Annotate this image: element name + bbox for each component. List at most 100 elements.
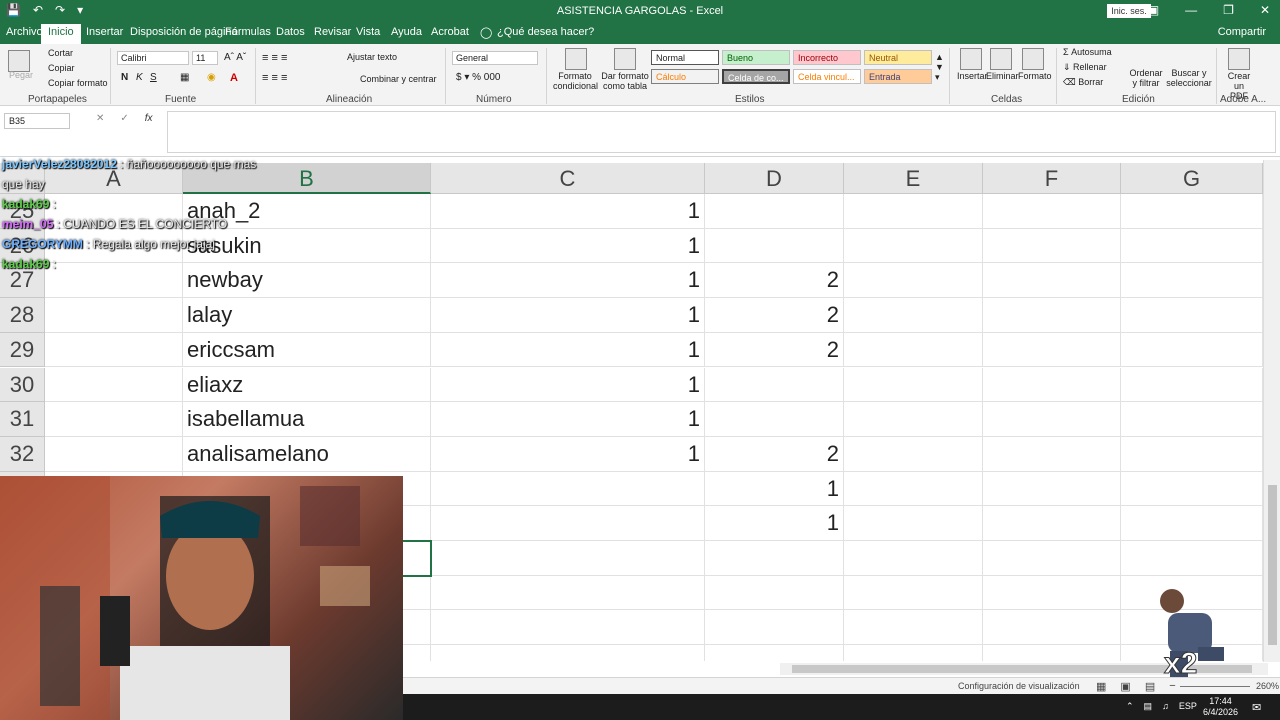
- cell-b28[interactable]: lalay: [183, 298, 431, 333]
- insert-cells-button[interactable]: Insertar: [957, 71, 988, 81]
- delete-cells-icon[interactable]: [990, 48, 1012, 70]
- cell-f34[interactable]: [983, 506, 1121, 541]
- delete-cells-button[interactable]: Eliminar: [986, 71, 1019, 81]
- cell-d25[interactable]: [705, 194, 844, 229]
- cell-d35[interactable]: [705, 541, 844, 576]
- cell-g25[interactable]: [1121, 194, 1263, 229]
- cell-d28[interactable]: 2: [705, 298, 844, 333]
- cell-f33[interactable]: [983, 471, 1121, 507]
- style-normal[interactable]: Normal: [651, 50, 719, 65]
- cell-g32[interactable]: [1121, 436, 1263, 472]
- style-celda-comprobacion[interactable]: Celda de co...: [722, 69, 790, 84]
- chat-username[interactable]: javierVelez28082012: [2, 157, 117, 171]
- tab-vista[interactable]: Vista: [356, 26, 380, 38]
- cell-a31[interactable]: [45, 402, 183, 437]
- cell-d32[interactable]: 2: [705, 436, 844, 472]
- cell-g35[interactable]: [1121, 541, 1263, 576]
- borders-icon[interactable]: ▦: [180, 72, 189, 83]
- cell-d30[interactable]: [705, 367, 844, 403]
- cell-e33[interactable]: [844, 471, 983, 507]
- cell-g28[interactable]: [1121, 298, 1263, 333]
- cell-d36[interactable]: [705, 575, 844, 611]
- tab-insertar[interactable]: Insertar: [86, 26, 123, 38]
- row-header[interactable]: 30: [0, 367, 45, 403]
- copy-button[interactable]: Copiar: [48, 63, 75, 73]
- cancel-icon[interactable]: ✕: [96, 113, 104, 129]
- cell-c31[interactable]: 1: [431, 402, 705, 437]
- cell-f37[interactable]: [983, 610, 1121, 646]
- cell-b31[interactable]: isabellamua: [183, 402, 431, 437]
- tab-revisar[interactable]: Revisar: [314, 26, 351, 38]
- cell-c26[interactable]: 1: [431, 228, 705, 264]
- cell-g33[interactable]: [1121, 471, 1263, 507]
- cell-e35[interactable]: [844, 541, 983, 576]
- style-bueno[interactable]: Bueno: [722, 50, 790, 65]
- cell-d33[interactable]: 1: [705, 471, 844, 507]
- cell-c34[interactable]: [431, 506, 705, 541]
- tab-acrobat[interactable]: Acrobat: [431, 26, 469, 38]
- style-incorrecto[interactable]: Incorrecto: [793, 50, 861, 65]
- cell-e28[interactable]: [844, 298, 983, 333]
- cell-d29[interactable]: 2: [705, 332, 844, 368]
- format-as-table-icon[interactable]: [614, 48, 636, 70]
- conditional-format-button[interactable]: Formato condicional: [553, 71, 598, 91]
- column-header-d[interactable]: D: [705, 163, 844, 194]
- tab-formulas[interactable]: Fórmulas: [225, 26, 271, 38]
- cell-e34[interactable]: [844, 506, 983, 541]
- align-top-icon[interactable]: ≡ ≡ ≡: [262, 52, 287, 64]
- autosum-button[interactable]: Σ Autosuma: [1063, 47, 1112, 57]
- cell-d34[interactable]: 1: [705, 506, 844, 541]
- tab-disposicion[interactable]: Disposición de página: [130, 26, 238, 38]
- fx-icon[interactable]: fx: [145, 113, 153, 129]
- fill-button[interactable]: ⇓ Rellenar: [1063, 62, 1107, 73]
- cell-g31[interactable]: [1121, 402, 1263, 437]
- style-entrada[interactable]: Entrada: [864, 69, 932, 84]
- cell-e32[interactable]: [844, 436, 983, 472]
- cell-c33[interactable]: [431, 471, 705, 507]
- create-pdf-icon[interactable]: [1228, 48, 1250, 70]
- cell-f28[interactable]: [983, 298, 1121, 333]
- cell-f27[interactable]: [983, 263, 1121, 299]
- cell-e37[interactable]: [844, 610, 983, 646]
- display-settings-button[interactable]: Configuración de visualización: [958, 681, 1080, 691]
- italic-button[interactable]: K: [136, 72, 143, 83]
- cell-a30[interactable]: [45, 367, 183, 403]
- conditional-format-icon[interactable]: [565, 48, 587, 70]
- font-name-combo[interactable]: Calibri: [117, 51, 189, 65]
- vertical-scroll-thumb[interactable]: [1268, 485, 1277, 645]
- column-header-e[interactable]: E: [844, 163, 983, 194]
- cell-c29[interactable]: 1: [431, 332, 705, 368]
- formula-input[interactable]: [167, 111, 1276, 153]
- grow-font-icon[interactable]: Aˆ Aˇ: [224, 52, 246, 63]
- row-header[interactable]: 32: [0, 436, 45, 472]
- close-icon[interactable]: ✕: [1260, 3, 1270, 17]
- cell-g27[interactable]: [1121, 263, 1263, 299]
- cell-g29[interactable]: [1121, 332, 1263, 368]
- underline-button[interactable]: S: [150, 72, 157, 83]
- format-as-table-button[interactable]: Dar formato como tabla: [601, 71, 649, 91]
- style-celda-vinculada[interactable]: Celda vincul...: [793, 69, 861, 84]
- cell-d26[interactable]: [705, 228, 844, 264]
- font-color-icon[interactable]: A: [230, 72, 238, 84]
- tab-archivo[interactable]: Archivo: [6, 26, 43, 38]
- style-calculo[interactable]: Cálculo: [651, 69, 719, 84]
- row-header[interactable]: 31: [0, 402, 45, 437]
- font-size-combo[interactable]: 11: [192, 51, 218, 65]
- column-header-f[interactable]: F: [983, 163, 1121, 194]
- cell-d37[interactable]: [705, 610, 844, 646]
- cell-e38[interactable]: [844, 645, 983, 661]
- cut-button[interactable]: Cortar: [48, 48, 73, 58]
- chevron-up-icon[interactable]: ⌃: [1126, 701, 1134, 712]
- number-format-combo[interactable]: General: [452, 51, 538, 65]
- cell-g30[interactable]: [1121, 367, 1263, 403]
- cell-b30[interactable]: eliaxz: [183, 367, 431, 403]
- cell-a32[interactable]: [45, 436, 183, 472]
- cell-c25[interactable]: 1: [431, 194, 705, 229]
- volume-icon[interactable]: ♫: [1162, 701, 1169, 712]
- row-header[interactable]: 29: [0, 332, 45, 368]
- zoom-level[interactable]: 260%: [1256, 681, 1279, 691]
- format-cells-button[interactable]: Formato: [1018, 71, 1052, 81]
- cell-g26[interactable]: [1121, 228, 1263, 264]
- merge-center-button[interactable]: Combinar y centrar: [360, 74, 437, 84]
- cell-c32[interactable]: 1: [431, 436, 705, 472]
